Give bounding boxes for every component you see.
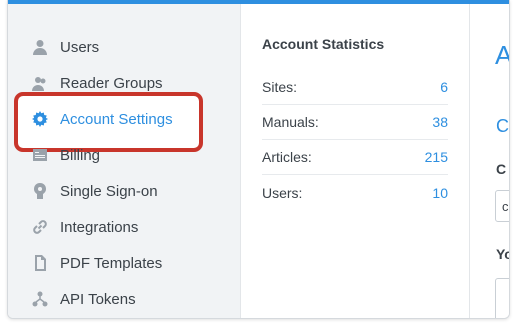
sidebar-item-users[interactable]: Users (8, 30, 240, 64)
gear-icon (32, 111, 48, 127)
file-icon (32, 255, 48, 271)
sidebar-item-pdf-templates[interactable]: PDF Templates (8, 246, 240, 280)
settings-input[interactable]: c (495, 190, 509, 222)
stat-value-link[interactable]: 10 (432, 185, 448, 201)
sidebar-item-label: PDF Templates (60, 254, 163, 272)
stat-row-users: Users: 10 (262, 175, 448, 210)
sidebar-item-label: Reader Groups (60, 74, 163, 92)
sidebar-item-integrations[interactable]: Integrations (8, 210, 240, 244)
sidebar-item-label: Single Sign-on (60, 182, 158, 200)
app-window: Users Reader Groups Account Settings Bil… (7, 0, 510, 319)
network-icon (32, 291, 48, 307)
sidebar-item-label: Account Settings (60, 110, 173, 128)
stats-title: Account Statistics (262, 36, 385, 52)
field-label: C (496, 161, 507, 177)
stat-row-articles: Articles: 215 (262, 140, 448, 175)
stat-row-manuals: Manuals: 38 (262, 105, 448, 140)
sidebar-item-account-settings[interactable]: Account Settings (8, 102, 240, 136)
sidebar-item-label: API Tokens (60, 290, 136, 308)
users-icon (32, 75, 48, 91)
field-label: Yo (496, 246, 509, 262)
link-icon (32, 219, 48, 235)
stat-value-link[interactable]: 38 (432, 114, 448, 130)
sidebar-item-billing[interactable]: Billing (8, 138, 240, 172)
account-statistics-panel: Account Statistics Sites: 6 Manuals: 38 … (262, 36, 448, 210)
key-icon (32, 183, 48, 199)
billing-icon (32, 147, 48, 163)
settings-subtitle: C (496, 116, 509, 136)
sidebar-item-single-sign-on[interactable]: Single Sign-on (8, 174, 240, 208)
stat-value-link[interactable]: 6 (440, 79, 448, 95)
sidebar-item-label: Billing (60, 146, 101, 164)
sidebar-item-api-tokens[interactable]: API Tokens (8, 282, 240, 316)
stat-label: Sites: (262, 79, 298, 95)
stat-row-sites: Sites: 6 (262, 70, 448, 105)
sidebar: Users Reader Groups Account Settings Bil… (8, 4, 241, 318)
user-icon (32, 39, 48, 55)
sidebar-item-label: Users (60, 38, 100, 56)
stat-value-link[interactable]: 215 (425, 149, 448, 165)
sidebar-item-label: Integrations (60, 218, 139, 236)
settings-title: A (495, 40, 509, 71)
stat-label: Users: (262, 184, 303, 201)
stat-label: Articles: (262, 149, 312, 165)
stat-label: Manuals: (262, 114, 319, 130)
settings-textarea[interactable] (495, 278, 509, 318)
settings-panel: A C C c Yo (470, 4, 509, 318)
